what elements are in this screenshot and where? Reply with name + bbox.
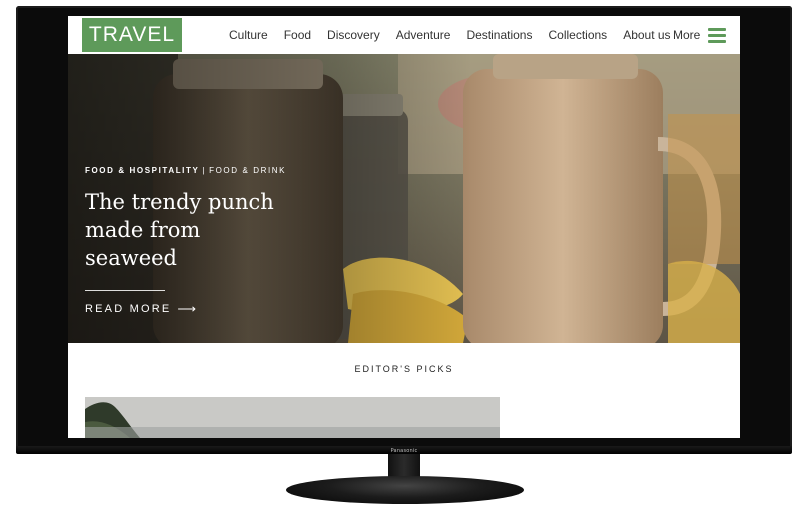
tv-screen: TRAVEL Culture Food Discovery Adventure … [68, 16, 740, 438]
nav-item-discovery[interactable]: Discovery [327, 28, 380, 42]
category-secondary[interactable]: FOOD & DRINK [209, 166, 286, 175]
tv-stand-base [286, 476, 524, 504]
hamburger-menu-icon[interactable] [708, 28, 727, 43]
main-nav: Culture Food Discovery Adventure Destina… [229, 16, 687, 54]
read-more-label: READ MORE [85, 303, 172, 315]
arrow-right-icon: ⟶ [177, 301, 197, 316]
read-more-link[interactable]: READ MORE ⟶ [85, 301, 196, 317]
category-separator: | [202, 166, 207, 175]
article-category[interactable]: FOOD & HOSPITALITY | FOOD & DRINK [85, 166, 286, 175]
nav-item-destinations[interactable]: Destinations [466, 28, 532, 42]
more-menu-button[interactable]: More [673, 16, 727, 54]
editors-picks-heading: EDITOR'S PICKS [354, 364, 454, 374]
nav-item-about-us[interactable]: About us [623, 28, 670, 42]
editors-pick-image[interactable] [85, 397, 500, 438]
nav-item-culture[interactable]: Culture [229, 28, 268, 42]
site-logo[interactable]: TRAVEL [82, 18, 182, 52]
hero-headline[interactable]: The trendy punch made from seaweed [85, 188, 285, 272]
category-primary[interactable]: FOOD & HOSPITALITY [85, 166, 199, 175]
nav-item-adventure[interactable]: Adventure [396, 28, 451, 42]
hero-divider [85, 290, 165, 291]
nav-item-food[interactable]: Food [284, 28, 311, 42]
more-label: More [673, 28, 701, 42]
nav-item-collections[interactable]: Collections [548, 28, 607, 42]
hero-banner[interactable]: FOOD & HOSPITALITY | FOOD & DRINK The tren… [68, 54, 740, 343]
site-header: TRAVEL Culture Food Discovery Adventure … [68, 16, 740, 54]
